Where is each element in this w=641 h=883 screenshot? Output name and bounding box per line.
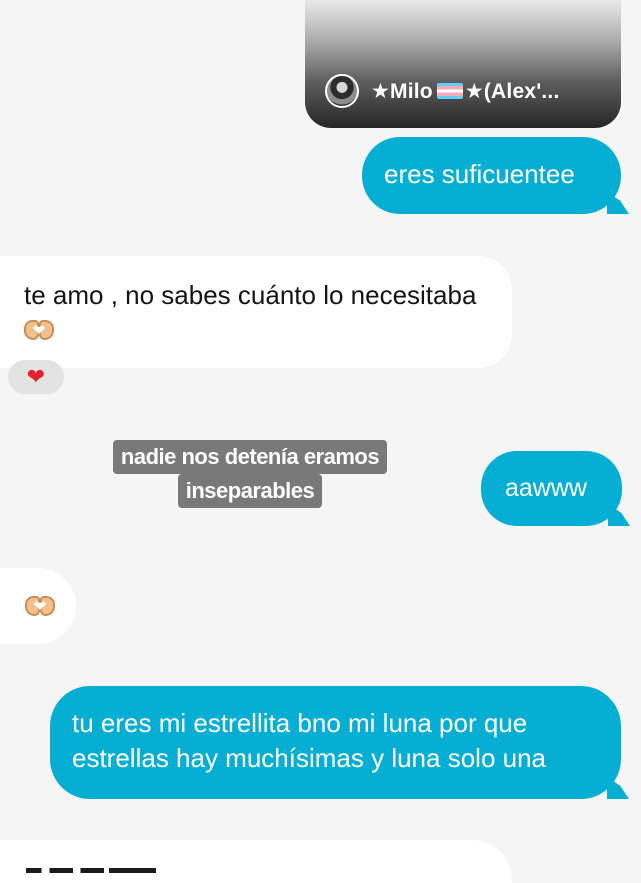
received-emoji-message[interactable] — [0, 568, 76, 644]
owner-name-suffix: ★(Alex'... — [464, 79, 560, 103]
message-text: aawww — [505, 474, 587, 502]
shared-post-card[interactable]: ★Milo ★(Alex'... — [305, 0, 621, 128]
caption-line-2: inseparables — [177, 474, 323, 508]
message-text: te amo , no sabes cuánto lo necesitaba — [24, 280, 477, 310]
owner-avatar[interactable] — [325, 74, 359, 108]
caption-line-1: nadie nos detenía eramos — [112, 440, 388, 474]
heart-hands-icon — [25, 595, 55, 617]
shared-post-owner[interactable]: ★Milo ★(Alex'... — [325, 74, 560, 108]
message-text: tu eres mi estrellita bno mi luna por qu… — [72, 708, 547, 773]
heart-icon: ❤ — [26, 364, 46, 389]
message-reaction[interactable]: ❤ — [8, 360, 64, 394]
sent-message[interactable]: eres suficuentee — [362, 137, 621, 214]
received-message[interactable]: te amo , no sabes cuánto lo necesitaba — [0, 256, 512, 368]
sent-message[interactable]: aawww — [481, 451, 622, 526]
message-text: eres suficuentee — [384, 159, 575, 189]
owner-name: ★Milo ★(Alex'... — [371, 79, 560, 104]
sent-message[interactable]: tu eres mi estrellita bno mi luna por qu… — [50, 686, 621, 799]
heart-hands-icon — [24, 319, 54, 341]
chat-screen: ★Milo ★(Alex'... eres suficuentee te amo… — [0, 0, 641, 883]
owner-name-prefix: ★Milo — [371, 79, 433, 103]
video-caption: nadie nos detenía eramos inseparables — [92, 440, 408, 508]
transgender-flag-icon — [436, 83, 463, 99]
received-message-partial[interactable] — [0, 840, 512, 883]
